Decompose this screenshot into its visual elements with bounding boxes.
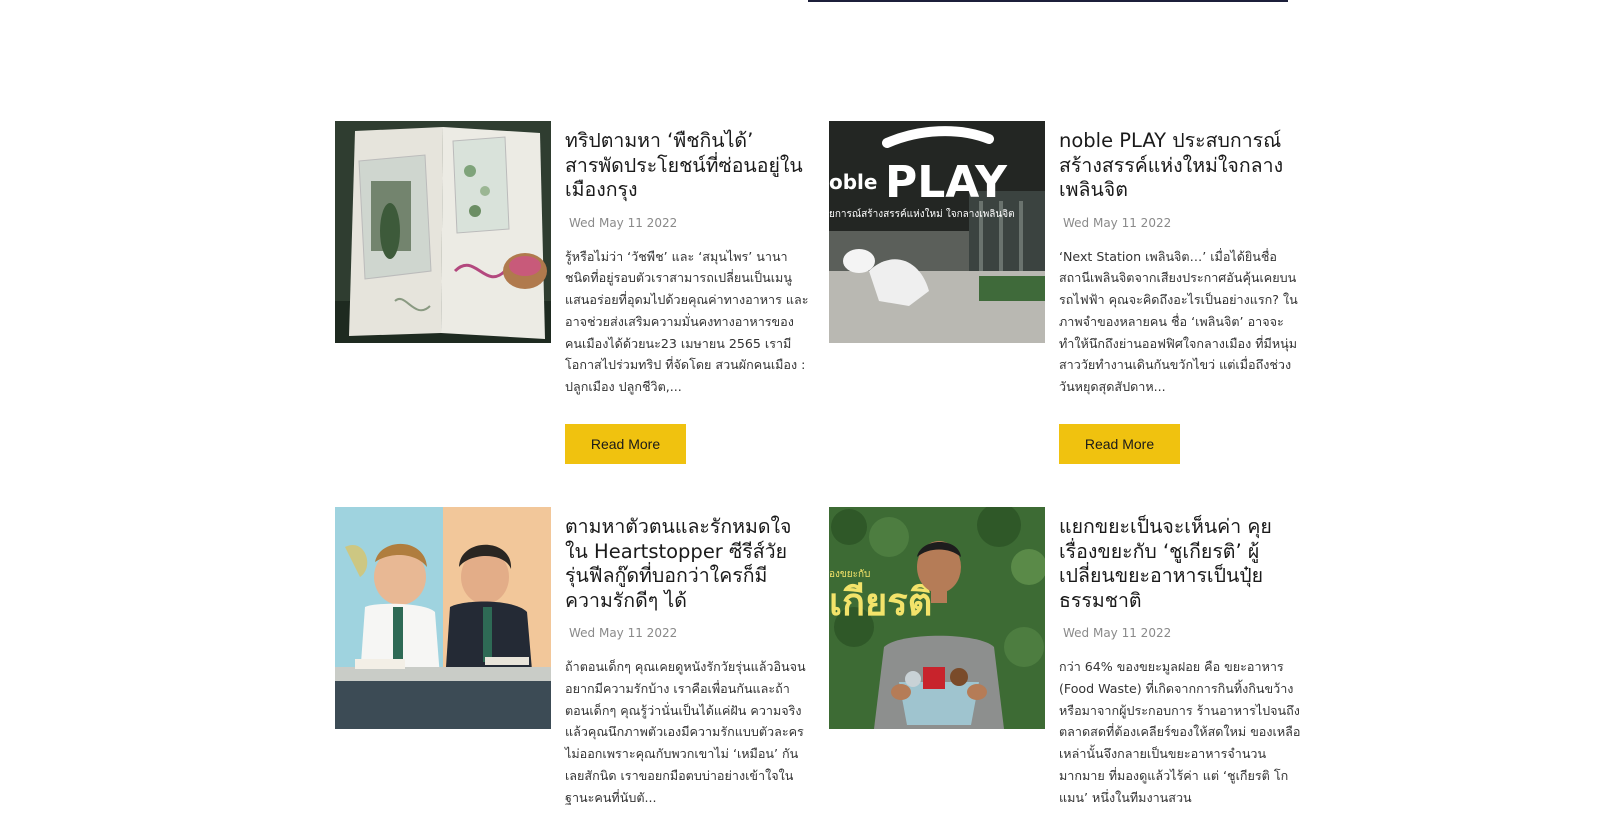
sign-big-text: เกียรติ <box>829 580 932 624</box>
read-more-button[interactable]: Read More <box>1059 424 1180 465</box>
post-body: แยกขยะเป็นจะเห็นค่า คุยเรื่องขยะกับ ‘ชูเ… <box>1059 507 1304 809</box>
heartstopper-image[interactable] <box>335 507 551 729</box>
post-excerpt: ‘Next Station เพลินจิต…’ เมื่อได้ยินชื่อ… <box>1059 248 1298 395</box>
post-title[interactable]: แยกขยะเป็นจะเห็นค่า คุยเรื่องขยะกับ ‘ชูเ… <box>1059 515 1304 613</box>
post-excerpt: กว่า 64% ของขยะมูลฝอย คือ ขยะอาหาร (Food… <box>1059 659 1301 805</box>
post-excerpt: รู้หรือไม่ว่า ‘วัชพืช’ และ ‘สมุนไพร’ นาน… <box>565 248 809 395</box>
post-title[interactable]: ตามหาตัวตนและรักหมดใจ ใน Heartstopper ซี… <box>565 515 810 613</box>
post-body: ทริปตามหา ‘พืชกินได้’ สารพัดประโยชน์ที่ซ… <box>565 121 810 465</box>
post-date: Wed May 11 2022 <box>569 626 678 640</box>
top-banner-edge <box>808 0 1288 2</box>
post-title[interactable]: noble PLAY ประสบการณ์สร้างสรรค์แห่งใหม่ใ… <box>1059 129 1304 203</box>
sign-small-text: องขยะกับ <box>829 569 870 580</box>
play-brand-text: PLAY <box>885 157 1008 208</box>
read-more-button[interactable]: Read More <box>565 424 686 465</box>
scrapbook-plants-image[interactable] <box>335 121 551 343</box>
noble-play-image[interactable]: oble PLAY ยการณ์สร้างสรรค์แห่งใหม่ ใจกลา… <box>829 121 1045 343</box>
noble-play-caption: ยการณ์สร้างสรรค์แห่งใหม่ ใจกลางเพลินจิต <box>829 208 1015 220</box>
post-date: Wed May 11 2022 <box>569 215 678 230</box>
post-body: noble PLAY ประสบการณ์สร้างสรรค์แห่งใหม่ใ… <box>1059 121 1304 465</box>
man-with-bucket-image[interactable]: องขยะกับ เกียรติ <box>829 507 1045 729</box>
noble-brand-text: oble <box>829 170 877 194</box>
post-title[interactable]: ทริปตามหา ‘พืชกินได้’ สารพัดประโยชน์ที่ซ… <box>565 129 810 203</box>
post-body: ตามหาตัวตนและรักหมดใจ ใน Heartstopper ซี… <box>565 507 810 809</box>
post-date: Wed May 11 2022 <box>1063 215 1172 230</box>
post-date: Wed May 11 2022 <box>1063 626 1172 640</box>
post-excerpt: ถ้าตอนเด็กๆ คุณเคยดูหนังรักวัยรุ่นแล้วอิ… <box>565 659 806 805</box>
